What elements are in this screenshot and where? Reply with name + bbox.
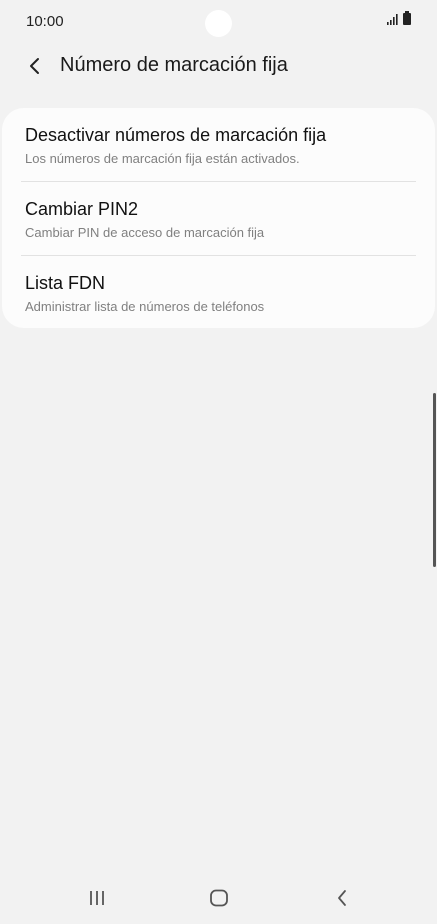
recent-apps-icon bbox=[90, 891, 104, 905]
status-time: 10:00 bbox=[26, 13, 64, 30]
scrollbar[interactable] bbox=[433, 393, 436, 567]
chevron-left-icon bbox=[30, 58, 39, 74]
setting-subtitle: Los números de marcación fija están acti… bbox=[25, 151, 300, 166]
settings-card: Desactivar números de marcación fija Los… bbox=[2, 108, 435, 328]
page-title: Número de marcación fija bbox=[60, 54, 288, 76]
front-camera-cutout bbox=[205, 10, 232, 37]
setting-fdn-list[interactable]: Lista FDN Administrar lista de números d… bbox=[2, 256, 435, 329]
navigation-bar bbox=[0, 870, 437, 924]
home-icon bbox=[210, 889, 228, 907]
nav-back-button[interactable] bbox=[318, 878, 366, 918]
setting-title: Cambiar PIN2 bbox=[25, 199, 139, 219]
setting-deactivate-fdn[interactable]: Desactivar números de marcación fija Los… bbox=[2, 108, 435, 181]
setting-title: Desactivar números de marcación fija bbox=[25, 125, 327, 145]
status-icons bbox=[387, 11, 411, 25]
setting-change-pin2[interactable]: Cambiar PIN2 Cambiar PIN de acceso de ma… bbox=[2, 182, 435, 255]
battery-icon bbox=[403, 11, 411, 25]
status-bar: 10:00 bbox=[0, 0, 437, 44]
setting-title: Lista FDN bbox=[25, 273, 106, 293]
app-bar: Número de marcación fija bbox=[0, 44, 437, 88]
back-button[interactable] bbox=[20, 51, 50, 81]
signal-icon bbox=[387, 14, 398, 25]
setting-subtitle: Cambiar PIN de acceso de marcación fija bbox=[25, 225, 265, 240]
home-button[interactable] bbox=[195, 878, 243, 918]
setting-subtitle: Administrar lista de números de teléfono… bbox=[25, 299, 265, 314]
back-icon bbox=[338, 890, 346, 906]
recent-apps-button[interactable] bbox=[73, 878, 121, 918]
